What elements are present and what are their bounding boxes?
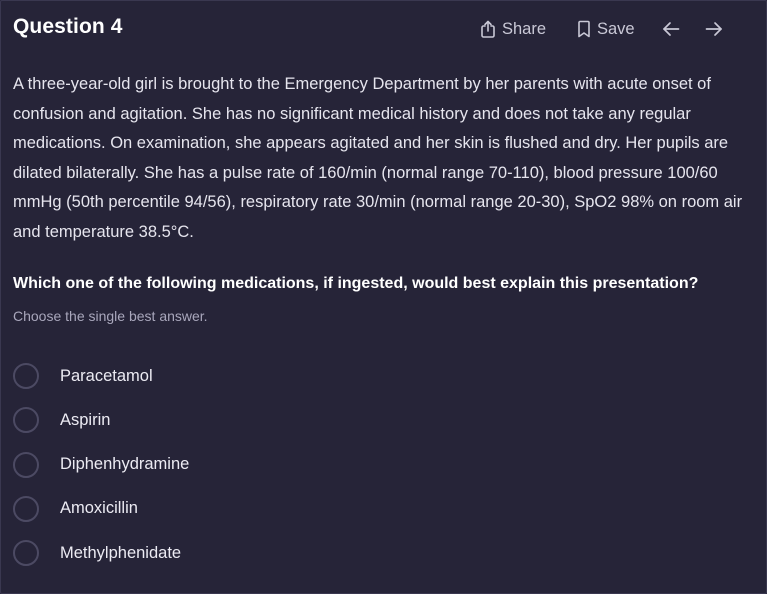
- answer-option-diphenhydramine[interactable]: Diphenhydramine: [13, 450, 513, 480]
- answer-options: Paracetamol Aspirin Diphenhydramine Amox…: [13, 361, 513, 582]
- save-button[interactable]: Save: [577, 17, 635, 41]
- save-label: Save: [597, 19, 635, 38]
- previous-question-button[interactable]: [662, 17, 680, 41]
- option-label: Methylphenidate: [60, 543, 182, 562]
- share-icon: [480, 20, 496, 38]
- option-label: Aspirin: [60, 410, 111, 429]
- radio-button[interactable]: [13, 495, 39, 522]
- share-button[interactable]: Share: [480, 17, 546, 41]
- question-title: Question 4: [13, 15, 123, 38]
- question-stem: A three-year-old girl is brought to the …: [13, 75, 743, 241]
- radio-button[interactable]: [13, 451, 39, 478]
- radio-button[interactable]: [13, 363, 39, 389]
- answer-option-paracetamol[interactable]: Paracetamol: [13, 361, 513, 391]
- option-label: Amoxicillin: [60, 499, 138, 518]
- radio-button[interactable]: [13, 407, 39, 434]
- bookmark-icon: [577, 20, 591, 38]
- arrow-left-icon: [662, 21, 680, 37]
- question-prompt: Which one of the following medications, …: [13, 275, 699, 292]
- answer-option-methylphenidate[interactable]: Methylphenidate: [13, 538, 513, 568]
- radio-button[interactable]: [13, 540, 39, 567]
- option-label: Diphenhydramine: [60, 455, 190, 474]
- option-label: Paracetamol: [60, 366, 153, 385]
- arrow-right-icon: [705, 21, 723, 37]
- next-question-button[interactable]: [705, 17, 723, 41]
- answer-option-amoxicillin[interactable]: Amoxicillin: [13, 494, 513, 524]
- answer-instruction: Choose the single best answer.: [13, 308, 208, 324]
- share-label: Share: [502, 19, 547, 38]
- answer-option-aspirin[interactable]: Aspirin: [13, 405, 513, 435]
